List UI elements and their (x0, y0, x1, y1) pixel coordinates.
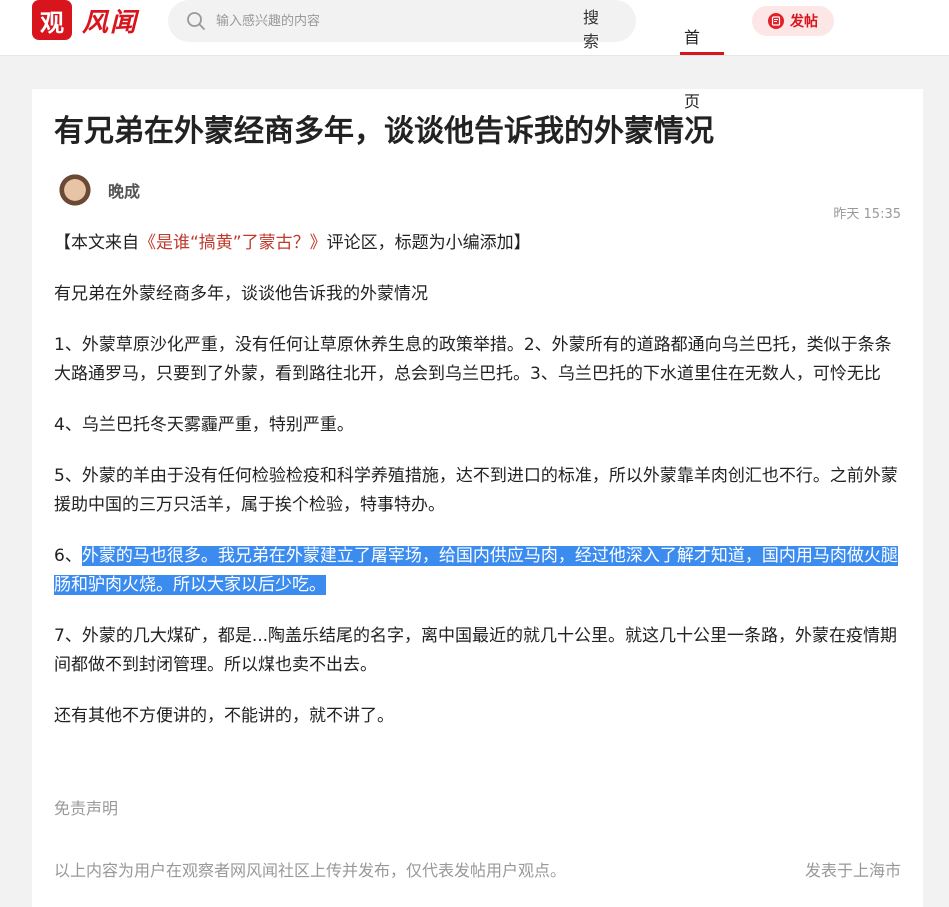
search-button[interactable]: 搜索 (583, 6, 603, 54)
top-navigation-bar: 观 风闻 搜索 首页 发帖 (0, 0, 949, 111)
nav-home[interactable]: 首页 (684, 6, 704, 134)
post-button[interactable]: 发帖 (752, 6, 834, 36)
post-location: 发表于上海市 (804, 861, 901, 880)
site-logo[interactable]: 观 风闻 (32, 0, 138, 40)
logo-mark: 观 (32, 0, 72, 40)
search-input[interactable] (216, 9, 556, 33)
article-card: 有兄弟在外蒙经商多年，谈谈他告诉我的外蒙情况 晚成 昨天 15:35 【本文来自… (32, 89, 923, 907)
source-line: 【本文来自《是谁“搞黄”了蒙古？》评论区，标题为小编添加】 (54, 229, 900, 258)
source-suffix: 评论区，标题为小编添加】 (326, 233, 531, 253)
paragraph: 有兄弟在外蒙经商多年，谈谈他告诉我的外蒙情况 (54, 284, 428, 304)
nav-active-indicator (680, 52, 724, 55)
avatar[interactable] (54, 174, 96, 216)
article-body: 【本文来自《是谁“搞黄”了蒙古？》评论区，标题为小编添加】 有兄弟在外蒙经商多年… (54, 229, 900, 753)
post-time: 昨天 15:35 (833, 207, 901, 222)
search-icon (187, 12, 205, 30)
paragraph-prefix: 6、 (54, 546, 82, 566)
logo-text: 风闻 (82, 7, 139, 38)
disclaimer-title: 免责声明 (54, 799, 119, 818)
search-box (168, 0, 636, 42)
article-title: 有兄弟在外蒙经商多年，谈谈他告诉我的外蒙情况 (54, 114, 714, 149)
post-icon (768, 13, 784, 29)
footer-note: 以上内容为用户在观察者网风闻社区上传并发布，仅代表发帖用户观点。 (54, 861, 567, 880)
selected-text: 外蒙的马也很多。我兄弟在外蒙建立了屠宰场，给国内供应马肉，经过他深入了解才知道，… (54, 546, 898, 595)
paragraph: 7、外蒙的几大煤矿，都是...陶盖乐结尾的名字，离中国最近的就几十公里。就这几十… (54, 626, 898, 675)
paragraph: 5、外蒙的羊由于没有任何检验检疫和科学养殖措施，达不到进口的标准，所以外蒙靠羊肉… (54, 466, 898, 515)
paragraph: 4、乌兰巴托冬天雾霾严重，特别严重。 (54, 415, 354, 435)
post-button-label: 发帖 (790, 14, 818, 30)
author-name[interactable]: 晚成 (108, 178, 140, 202)
source-prefix: 【本文来自 (54, 233, 139, 253)
source-link[interactable]: 《是谁“搞黄”了蒙古？》 (139, 233, 327, 253)
paragraph-highlighted: 6、外蒙的马也很多。我兄弟在外蒙建立了屠宰场，给国内供应马肉，经过他深入了解才知… (54, 542, 900, 600)
paragraph: 还有其他不方便讲的，不能讲的，就不讲了。 (54, 706, 394, 726)
paragraph: 1、外蒙草原沙化严重，没有任何让草原休养生息的政策举措。2、外蒙所有的道路都通向… (54, 335, 892, 384)
